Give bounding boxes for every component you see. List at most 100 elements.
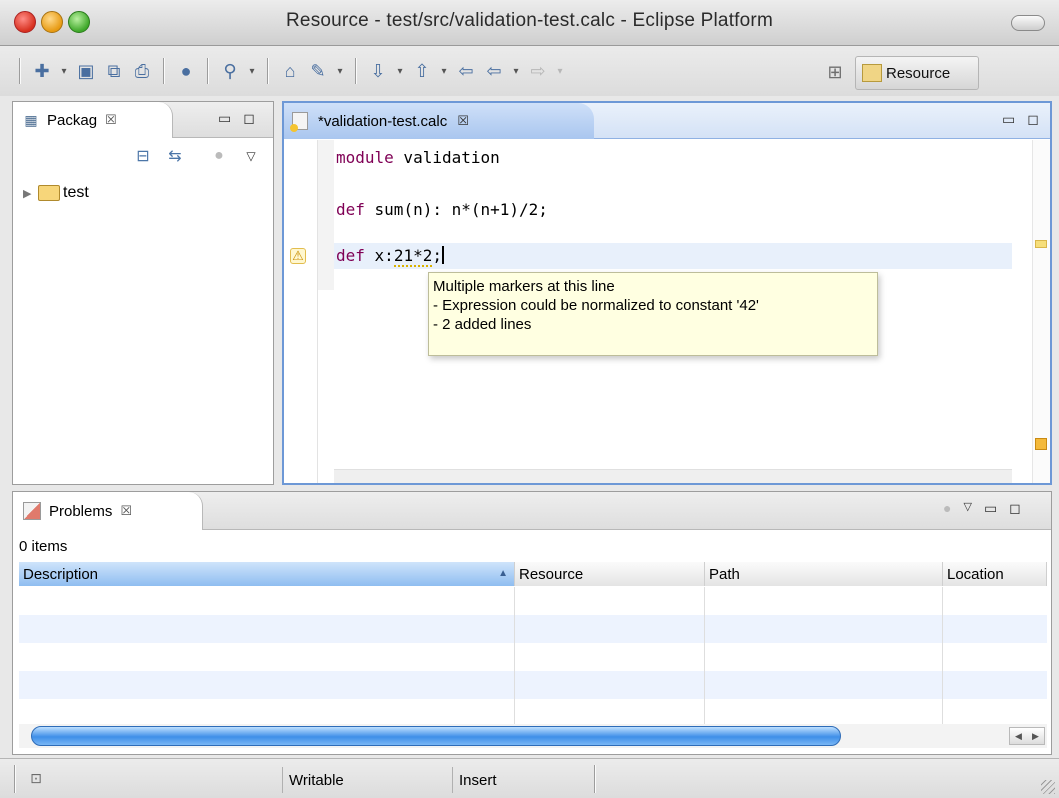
run-dropdown-icon[interactable]: ▾: [246, 59, 258, 83]
column-label: Description: [23, 565, 99, 583]
status-bar: ⊡ Writable Insert: [0, 758, 1059, 798]
prev-annotation-dropdown-icon[interactable]: ▾: [438, 59, 450, 83]
toolbar-toggle-button[interactable]: [1011, 15, 1045, 31]
last-edit-icon[interactable]: ⇦: [454, 59, 478, 83]
problems-table-body[interactable]: [19, 587, 1047, 727]
calc-file-icon: [290, 112, 308, 132]
scroll-left-icon[interactable]: ◀: [1015, 731, 1022, 742]
overview-ruler: [1032, 140, 1050, 483]
next-annotation-dropdown-icon[interactable]: ▾: [394, 59, 406, 83]
maximize-view-icon[interactable]: ◻: [1027, 111, 1039, 128]
toolbar-separator: [355, 58, 357, 84]
table-row: [19, 699, 1047, 727]
fast-view-icon[interactable]: ⊡: [28, 769, 44, 787]
code-text: ;: [432, 246, 442, 265]
problems-horizontal-scrollbar[interactable]: ◀ ▶: [19, 724, 1047, 748]
status-separator: [594, 765, 596, 793]
toolbar-separator: [163, 58, 165, 84]
scrollbar-thumb[interactable]: [31, 726, 841, 746]
maximize-view-icon[interactable]: ◻: [1009, 500, 1021, 517]
globe-icon[interactable]: ●: [174, 59, 198, 83]
overview-warning-marker[interactable]: [1035, 240, 1047, 248]
problems-table-header: Description ▲ Resource Path Location: [19, 562, 1047, 586]
code-text: sum(n): n*(n+1)/2;: [364, 200, 548, 219]
package-explorer-tabbar: ▦ Packag ☒ ▭ ◻: [13, 102, 273, 138]
resource-perspective-icon: [862, 64, 882, 82]
column-header-path[interactable]: Path: [705, 562, 943, 586]
code-line: module validation: [336, 148, 500, 167]
text-caret: [441, 246, 444, 264]
overview-status-marker[interactable]: [1035, 438, 1047, 450]
editor-horizontal-scrollbar[interactable]: [334, 469, 1012, 483]
code-line: def x:21*2;: [336, 246, 444, 267]
keyword: def: [336, 246, 365, 265]
code-text: validation: [393, 148, 500, 167]
scroll-arrows[interactable]: ◀ ▶: [1009, 727, 1045, 745]
resize-grip-icon[interactable]: [1041, 780, 1055, 794]
scroll-right-icon[interactable]: ▶: [1032, 731, 1039, 742]
back-icon[interactable]: ⇦: [482, 59, 506, 83]
prev-annotation-icon[interactable]: ⇧: [410, 59, 434, 83]
tab-package-explorer[interactable]: ▦ Packag ☒: [13, 102, 173, 138]
maximize-view-icon[interactable]: ◻: [243, 110, 255, 127]
quick-diff-ruler: [318, 140, 334, 290]
status-insert-mode: Insert: [452, 767, 592, 793]
tooltip-line: - 2 added lines: [433, 316, 532, 333]
close-tab-icon[interactable]: ☒: [120, 503, 132, 519]
collapse-all-icon[interactable]: ⊟: [133, 146, 153, 166]
view-menu-icon[interactable]: ▽: [963, 500, 971, 517]
column-header-description[interactable]: Description ▲: [19, 562, 515, 586]
save-all-icon[interactable]: ⧉: [102, 59, 126, 83]
editor-tab-label: *validation-test.calc: [318, 112, 448, 130]
warning-marker-icon[interactable]: ⚠: [290, 248, 306, 264]
edit-dropdown-icon[interactable]: ▾: [334, 59, 346, 83]
forward-dropdown-icon[interactable]: ▾: [554, 59, 566, 83]
close-tab-icon[interactable]: ☒: [457, 113, 469, 129]
focus-active-task-icon[interactable]: ●: [209, 146, 229, 166]
tab-problems[interactable]: Problems ☒: [13, 492, 203, 530]
close-tab-icon[interactable]: ☒: [105, 112, 117, 128]
status-writable: Writable: [282, 767, 450, 793]
status-separator: [14, 765, 16, 793]
column-header-location[interactable]: Location: [943, 562, 1047, 586]
minimize-view-icon[interactable]: ▭: [984, 500, 997, 517]
toolbar-separator: [207, 58, 209, 84]
print-icon[interactable]: ⎙: [130, 59, 154, 83]
problems-view: Problems ☒ ● ▽ ▭ ◻ 0 items Description ▲…: [12, 491, 1052, 755]
column-label: Resource: [519, 565, 584, 583]
link-with-editor-icon[interactable]: ⇆: [165, 146, 185, 166]
open-perspective-icon[interactable]: ⊞: [822, 59, 848, 85]
editor-tabbar: *validation-test.calc ☒ ▭ ◻: [284, 103, 1050, 139]
tab-validation-test-calc[interactable]: *validation-test.calc ☒: [284, 103, 594, 139]
tooltip-line: - Expression could be normalized to cons…: [433, 297, 759, 314]
new-wizard-icon[interactable]: ✚: [30, 59, 54, 83]
expand-arrow-icon[interactable]: ▶: [23, 187, 35, 200]
project-folder-icon: [38, 185, 60, 201]
problems-tabbar: Problems ☒ ● ▽ ▭ ◻: [13, 492, 1051, 530]
markers-tooltip: Multiple markers at this line - Expressi…: [428, 272, 878, 356]
package-explorer-tab-label: Packag: [47, 111, 98, 129]
focus-active-task-icon[interactable]: ●: [943, 500, 951, 517]
minimize-view-icon[interactable]: ▭: [218, 110, 231, 127]
forward-icon[interactable]: ⇨: [526, 59, 550, 83]
window-titlebar: Resource - test/src/validation-test.calc…: [0, 0, 1059, 46]
back-dropdown-icon[interactable]: ▾: [510, 59, 522, 83]
run-icon[interactable]: ⚲: [218, 59, 242, 83]
perspective-resource-button[interactable]: Resource: [855, 56, 979, 90]
edit-icon[interactable]: ✎: [306, 59, 330, 83]
open-folder-icon[interactable]: ⌂: [278, 59, 302, 83]
view-menu-icon[interactable]: ▽: [241, 146, 261, 166]
next-annotation-icon[interactable]: ⇩: [366, 59, 390, 83]
new-wizard-dropdown-icon[interactable]: ▾: [58, 59, 70, 83]
keyword: def: [336, 200, 365, 219]
warning-expression[interactable]: 21*2: [393, 246, 433, 267]
vertical-ruler: [284, 140, 318, 483]
package-explorer-toolbar: ⊟ ⇆ ● ▽: [13, 138, 273, 172]
column-header-resource[interactable]: Resource: [515, 562, 705, 586]
save-icon[interactable]: ▣: [74, 59, 98, 83]
tree-item-label: test: [63, 184, 89, 201]
problems-icon: [23, 502, 41, 520]
problems-tab-label: Problems: [49, 502, 113, 520]
minimize-view-icon[interactable]: ▭: [1002, 111, 1015, 128]
tree-item-test[interactable]: ▶ test: [23, 184, 89, 202]
